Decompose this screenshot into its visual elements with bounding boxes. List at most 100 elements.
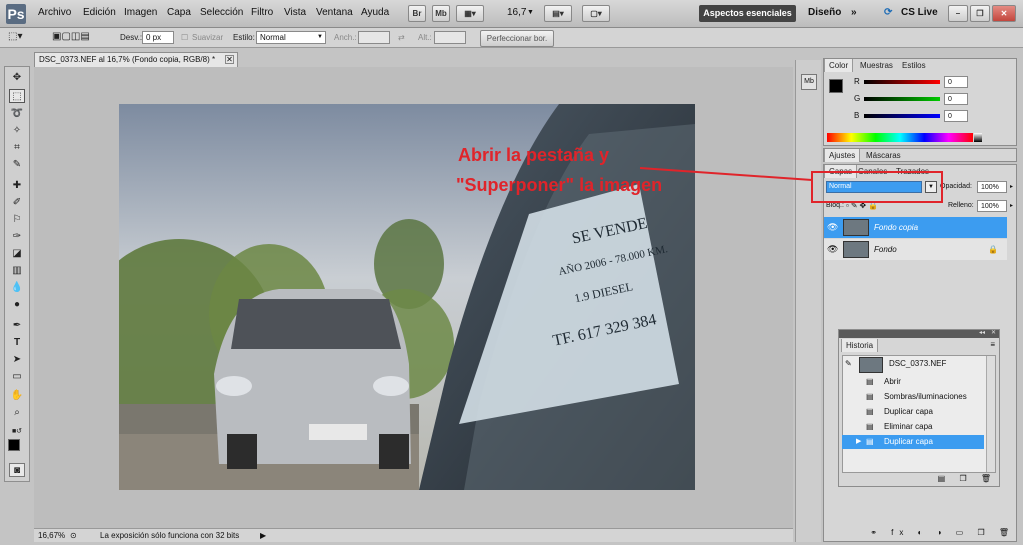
selection-mode-icons[interactable]: ▣▢◫▤ — [52, 31, 90, 42]
visibility-eye-icon[interactable]: 👁 — [827, 217, 838, 238]
zoom-tool-icon[interactable]: ⌕ — [9, 406, 25, 420]
bw-ramp[interactable] — [974, 133, 982, 142]
history-scrollbar[interactable] — [986, 356, 995, 472]
history-step[interactable]: ▤ Sombras/iluminaciones — [842, 390, 984, 404]
quick-select-icon[interactable]: ✧ — [9, 124, 25, 138]
menu-archivo[interactable]: Archivo — [38, 7, 71, 18]
blend-mode-dropdown-icon[interactable]: ▼ — [925, 181, 937, 193]
layers-footer-icons[interactable]: ⚭ fx ◐ ◑ ▭ ❐ 🗑 — [825, 528, 1015, 540]
style-select[interactable]: Normal ▼ — [256, 31, 326, 44]
zoom-level[interactable]: 16,7 — [507, 7, 526, 18]
g-slider[interactable] — [864, 97, 940, 101]
restore-button[interactable]: ❐ — [970, 5, 990, 22]
lasso-tool-icon[interactable]: ➰ — [9, 107, 25, 121]
minibridge-panel-icon[interactable]: Mb — [801, 74, 817, 90]
tab-ajustes[interactable]: Ajustes — [824, 149, 861, 162]
lock-icons[interactable]: ▫✎✥🔒 — [846, 201, 880, 210]
close-document-icon[interactable]: ✕ — [225, 55, 234, 64]
layer-row-fondo-copia[interactable]: 👁 Fondo copia — [824, 217, 1007, 238]
opacity-input[interactable]: 100% — [977, 181, 1007, 193]
history-brush-icon[interactable]: ✑ — [9, 230, 25, 244]
history-panel-titlebar[interactable]: ◂◂ ✕ — [839, 330, 999, 338]
tab-muestras[interactable]: Muestras — [856, 59, 897, 72]
panel-menu-icon[interactable]: ≡ — [990, 340, 995, 349]
workspace-design-button[interactable]: Diseño — [808, 7, 841, 18]
height-input[interactable] — [434, 31, 466, 44]
opacity-arrow-icon[interactable]: ▸ — [1010, 183, 1013, 190]
tab-canales[interactable]: Canales — [854, 165, 891, 178]
cslive-button[interactable]: CS Live — [901, 7, 938, 18]
screen-mode-button[interactable]: ▢▾ — [582, 5, 610, 22]
fill-arrow-icon[interactable]: ▸ — [1010, 202, 1013, 209]
history-snapshot[interactable]: ✎ DSC_0373.NEF — [843, 356, 985, 374]
swap-icon[interactable]: ⇄ — [398, 33, 405, 42]
pen-tool-icon[interactable]: ✒ — [9, 319, 25, 333]
history-state-arrow-icon[interactable]: ▶ — [856, 435, 861, 449]
close-panel-icon[interactable]: ✕ — [991, 329, 996, 336]
collapse-icon[interactable]: ◂◂ — [979, 329, 985, 336]
blend-mode-select[interactable]: Normal — [826, 181, 922, 193]
history-step-active[interactable]: ▶ ▤ Duplicar capa — [842, 435, 984, 449]
hand-tool-icon[interactable]: ✋ — [9, 389, 25, 403]
arrange-button[interactable]: ▤▾ — [544, 5, 572, 22]
history-step[interactable]: ▤ Abrir — [842, 375, 984, 389]
document-tab[interactable]: DSC_0373.NEF al 16,7% (Fondo copia, RGB/… — [34, 52, 238, 67]
path-select-icon[interactable]: ➤ — [9, 353, 25, 367]
menu-filtro[interactable]: Filtro — [251, 7, 273, 18]
visibility-eye-icon[interactable]: 👁 — [827, 239, 838, 260]
eraser-icon[interactable]: ◪ — [9, 247, 25, 261]
b-input[interactable]: 0 — [944, 110, 968, 122]
blur-tool-icon[interactable]: 💧 — [9, 281, 25, 295]
history-step[interactable]: ▤ Duplicar capa — [842, 405, 984, 419]
menu-imagen[interactable]: Imagen — [124, 7, 157, 18]
menu-capa[interactable]: Capa — [167, 7, 191, 18]
r-input[interactable]: 0 — [944, 76, 968, 88]
history-brush-source-icon[interactable]: ✎ — [845, 359, 852, 368]
crop-tool-icon[interactable]: ⌗ — [9, 141, 25, 155]
brush-tool-icon[interactable]: ✐ — [9, 196, 25, 210]
layer-row-fondo[interactable]: 👁 Fondo 🔒 — [824, 239, 1007, 260]
fill-input[interactable]: 100% — [977, 200, 1007, 212]
tab-estilos[interactable]: Estilos — [898, 59, 930, 72]
menu-ventana[interactable]: Ventana — [316, 7, 353, 18]
history-footer-icons[interactable]: ▤ ❐ 🗑 — [841, 474, 997, 486]
menu-ayuda[interactable]: Ayuda — [361, 7, 389, 18]
eyedropper-icon[interactable]: ✎ — [9, 158, 25, 172]
dodge-tool-icon[interactable]: ● — [9, 298, 25, 312]
tab-trazados[interactable]: Trazados — [892, 165, 933, 178]
status-zoom[interactable]: 16,67% — [38, 529, 65, 542]
antialias-checkbox[interactable]: ☐ — [181, 33, 188, 42]
close-button[interactable]: ✕ — [992, 5, 1016, 22]
history-step[interactable]: ▤ Eliminar capa — [842, 420, 984, 434]
minibridge-button[interactable]: Mb — [432, 5, 450, 22]
g-input[interactable]: 0 — [944, 93, 968, 105]
fg-color-swatch[interactable] — [829, 79, 843, 93]
tab-capas[interactable]: Capas — [824, 165, 858, 178]
width-input[interactable] — [358, 31, 390, 44]
menu-seleccion[interactable]: Selección — [200, 7, 243, 18]
status-arrow-icon[interactable]: ▶ — [260, 529, 266, 542]
refine-edge-button[interactable]: Perfeccionar bor. — [480, 30, 554, 47]
clone-stamp-icon[interactable]: ⚐ — [9, 213, 25, 227]
marquee-tool-icon[interactable]: ⬚▾ — [8, 31, 22, 42]
minimize-button[interactable]: – — [948, 5, 968, 22]
swap-colors-icon[interactable]: ■↺ — [9, 425, 25, 439]
bridge-button[interactable]: Br — [408, 5, 426, 22]
gradient-icon[interactable]: ▥ — [9, 264, 25, 278]
workspace-essentials-button[interactable]: Aspectos esenciales — [699, 5, 796, 22]
tab-historia[interactable]: Historia — [841, 339, 879, 352]
move-tool-icon[interactable]: ✥ — [9, 71, 25, 85]
menu-vista[interactable]: Vista — [284, 7, 306, 18]
marquee-tool-icon[interactable]: ⬚ — [9, 89, 25, 103]
cslive-icon[interactable]: ⟳ — [884, 7, 892, 18]
type-tool-icon[interactable]: T — [9, 336, 25, 350]
zoom-dropdown-icon[interactable]: ▼ — [527, 9, 534, 16]
foreground-color-swatch[interactable] — [8, 439, 20, 451]
feather-input[interactable]: 0 px — [142, 31, 174, 44]
r-slider[interactable] — [864, 80, 940, 84]
tab-color[interactable]: Color — [824, 59, 854, 72]
b-slider[interactable] — [864, 114, 940, 118]
menu-edicion[interactable]: Edición — [83, 7, 116, 18]
healing-brush-icon[interactable]: ✚ — [9, 179, 25, 193]
quick-mask-icon[interactable]: ◙ — [9, 463, 25, 477]
